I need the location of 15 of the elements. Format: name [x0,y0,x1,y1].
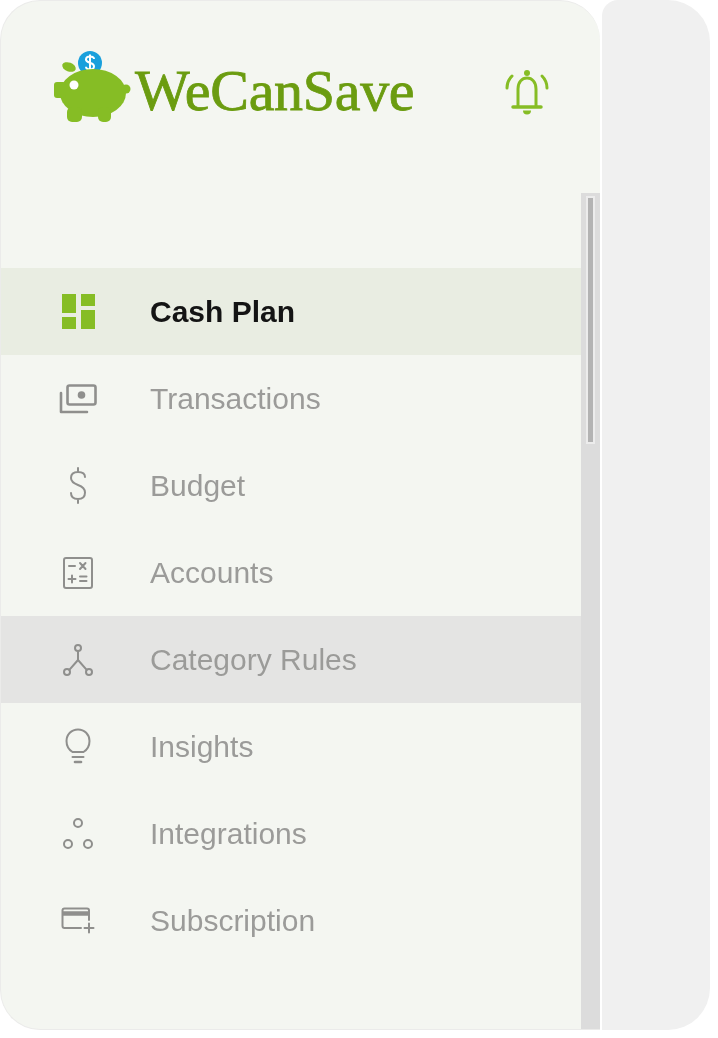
scrollbar-thumb[interactable] [586,196,595,444]
nav-item[interactable]: Cash Plan [1,268,581,355]
lightbulb-icon [65,728,91,765]
notification-bell-icon[interactable] [505,68,549,116]
nav-item[interactable]: Category Rules [1,616,581,703]
dollar-icon [69,467,87,504]
banknotes-icon [59,383,97,414]
piggy-bank-icon [53,51,131,123]
calculator-icon [63,556,93,589]
card-plus-icon [60,907,96,934]
scrollbar[interactable] [581,193,600,1029]
dashboard-icon [61,294,95,329]
branch-icon [63,643,93,676]
circles-icon [63,817,93,850]
logo-text: WeCanSave [135,62,415,120]
